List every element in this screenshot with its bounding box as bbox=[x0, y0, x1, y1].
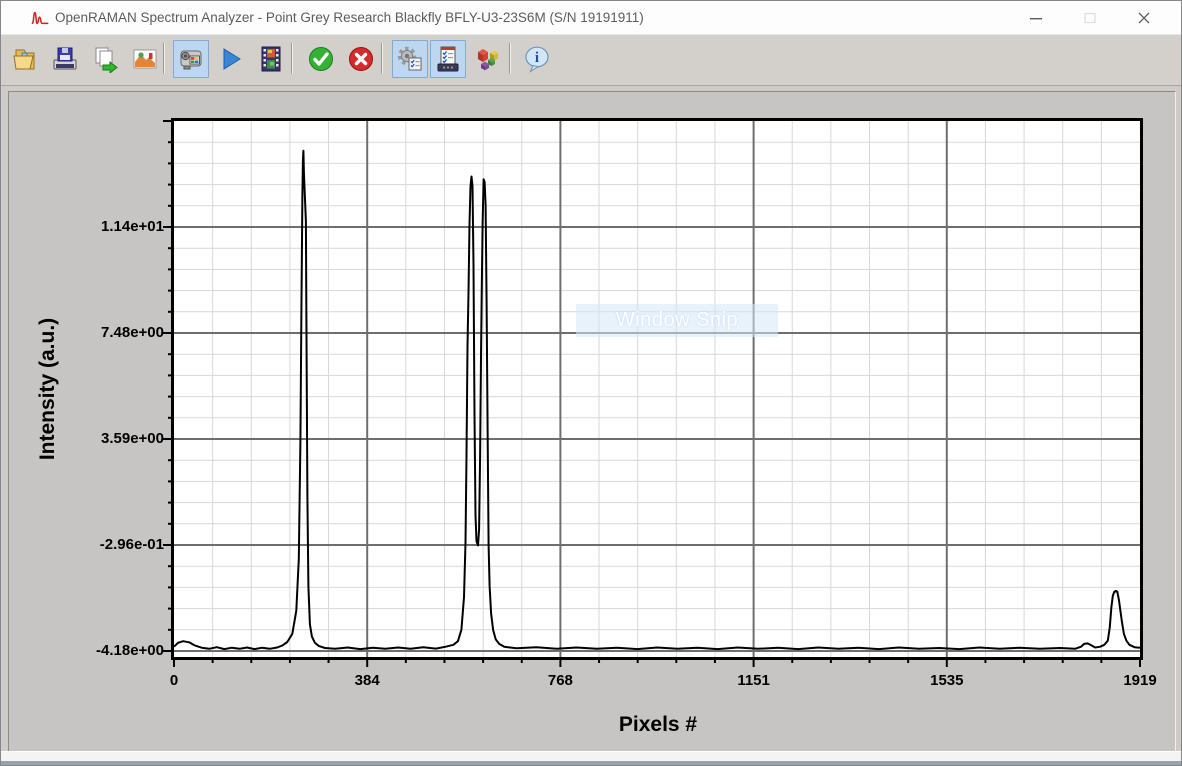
camera-acquisition-button[interactable] bbox=[173, 40, 209, 78]
svg-text:i: i bbox=[535, 50, 539, 66]
app-logo-spectrum-icon bbox=[31, 9, 49, 27]
save-floppy-printer-icon bbox=[51, 45, 79, 73]
toolbar-separator bbox=[381, 43, 383, 74]
play-button[interactable] bbox=[213, 40, 249, 78]
acquisition-settings-button[interactable] bbox=[392, 40, 428, 78]
accept-button[interactable] bbox=[303, 40, 339, 78]
gear-checklist-icon bbox=[396, 45, 424, 73]
export-image-button[interactable] bbox=[127, 40, 163, 78]
cancel-x-icon bbox=[347, 45, 375, 73]
folder-open-icon bbox=[11, 45, 39, 73]
toolbar-separator bbox=[509, 43, 511, 74]
toolbar-separator bbox=[291, 43, 293, 74]
copy-pages-arrow-icon bbox=[91, 45, 119, 73]
title-bar[interactable]: OpenRAMAN Spectrum Analyzer - Point Grey… bbox=[1, 1, 1181, 35]
close-button[interactable] bbox=[1121, 1, 1167, 34]
minimize-button[interactable] bbox=[1013, 1, 1059, 34]
maximize-button[interactable] bbox=[1067, 1, 1113, 34]
open-file-button[interactable] bbox=[7, 40, 43, 78]
spectrum-plot-canvas[interactable] bbox=[151, 109, 1163, 673]
app-window: OpenRAMAN Spectrum Analyzer - Point Grey… bbox=[0, 0, 1182, 766]
minimize-icon bbox=[1029, 11, 1043, 25]
filmstrip-icon bbox=[257, 45, 285, 73]
processing-options-button[interactable] bbox=[430, 40, 466, 78]
checklist-panel-icon bbox=[434, 45, 462, 73]
info-button[interactable]: i bbox=[519, 40, 555, 78]
info-balloon-icon: i bbox=[523, 45, 551, 73]
video-record-button[interactable] bbox=[253, 40, 289, 78]
toolbar-separator bbox=[163, 43, 165, 74]
accept-check-icon bbox=[307, 45, 335, 73]
cancel-button[interactable] bbox=[343, 40, 379, 78]
camera-icon bbox=[177, 45, 205, 73]
play-icon bbox=[217, 45, 245, 73]
toolbar: i bbox=[1, 35, 1181, 86]
chart-area: Window Snip Intensity (a.u.) Pixels # 1.… bbox=[1, 1, 1182, 766]
bottom-strip bbox=[1, 751, 1181, 761]
maximize-icon bbox=[1083, 11, 1097, 25]
color-blocks-button[interactable] bbox=[470, 40, 506, 78]
image-export-icon bbox=[131, 45, 159, 73]
save-button[interactable] bbox=[47, 40, 83, 78]
bottom-edge-bar bbox=[1, 761, 1181, 765]
close-icon bbox=[1137, 11, 1151, 25]
color-blocks-icon bbox=[474, 45, 502, 73]
export-data-button[interactable] bbox=[87, 40, 123, 78]
window-title: OpenRAMAN Spectrum Analyzer - Point Grey… bbox=[55, 1, 644, 34]
